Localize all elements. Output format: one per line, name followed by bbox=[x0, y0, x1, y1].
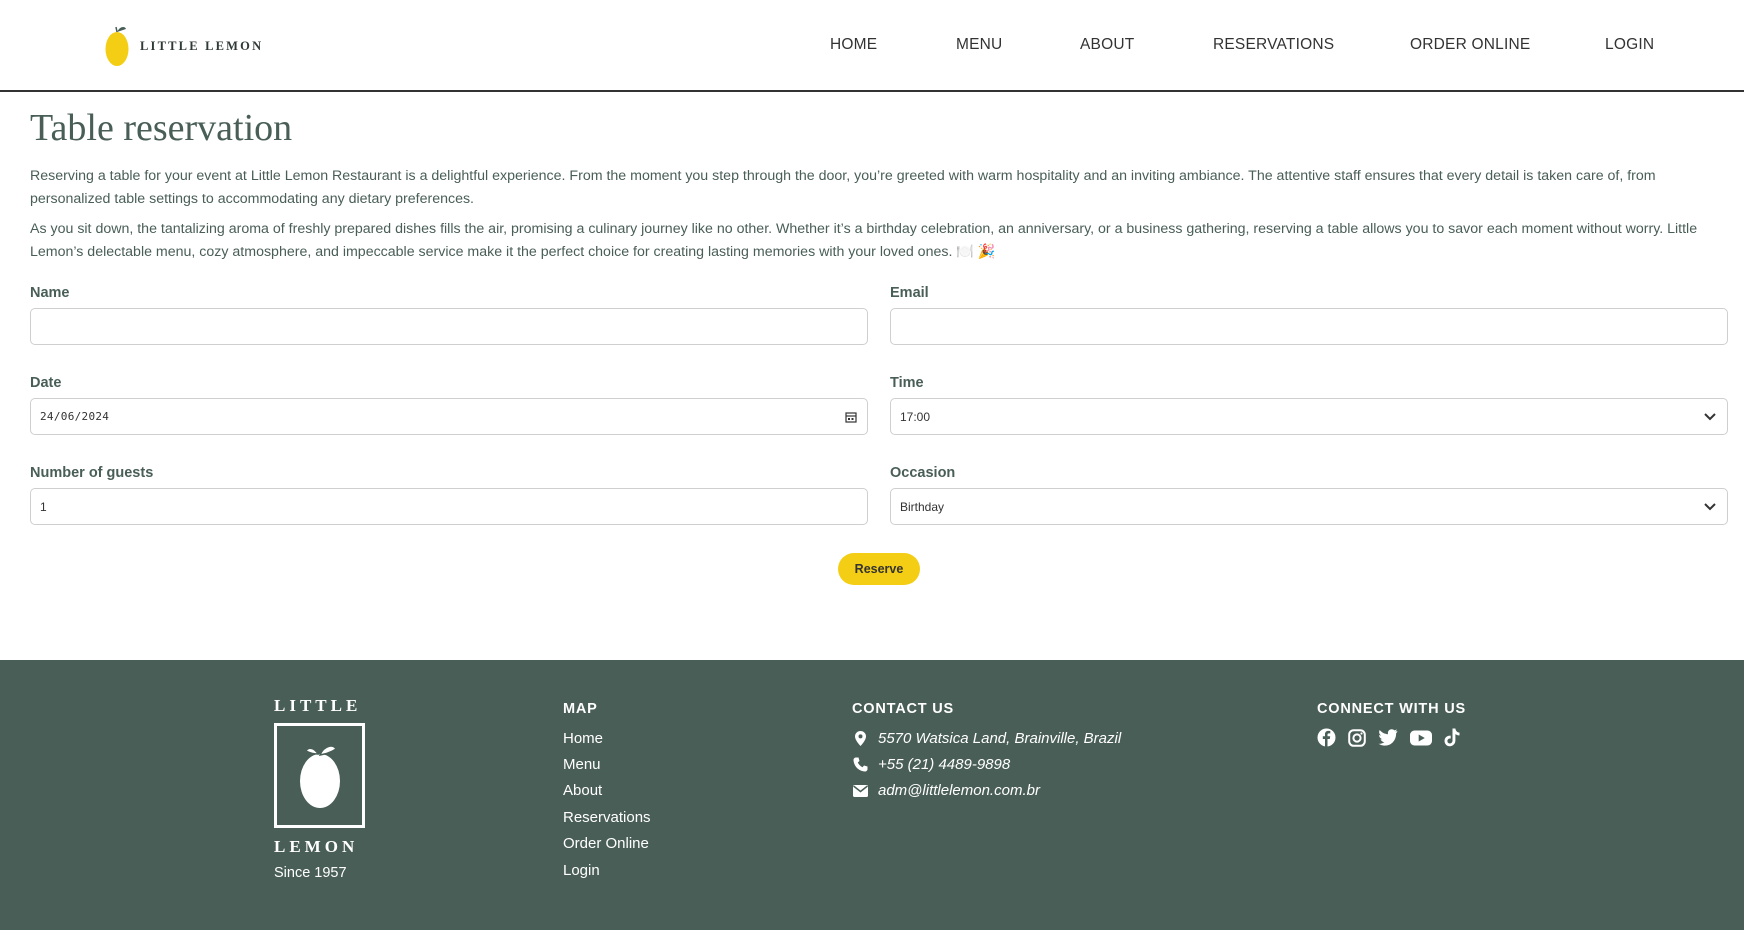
intro-paragraph-2: As you sit down, the tantalizing aroma o… bbox=[30, 221, 1698, 260]
site-header: LITTLE LEMON HOME MENU ABOUT RESERVATION… bbox=[0, 0, 1744, 92]
intro-paragraph-1: Reserving a table for your event at Litt… bbox=[30, 168, 1656, 207]
footer-logo-bottom: LEMON bbox=[274, 837, 359, 856]
social-links bbox=[1317, 728, 1460, 752]
tiktok-icon[interactable] bbox=[1444, 728, 1460, 752]
since-text: Since 1957 bbox=[274, 865, 347, 881]
site-footer: LITTLE LEMON Since 1957 MAP Home Menu Ab… bbox=[0, 660, 1744, 930]
footer-logo[interactable]: LITTLE LEMON bbox=[274, 696, 366, 857]
footer-link-about[interactable]: About bbox=[563, 782, 602, 799]
footer-link-login[interactable]: Login bbox=[563, 862, 600, 879]
main-nav: HOME MENU ABOUT RESERVATIONS ORDER ONLIN… bbox=[0, 36, 1744, 56]
chevron-down-icon bbox=[1703, 399, 1717, 434]
map-heading: MAP bbox=[563, 701, 598, 717]
date-input[interactable]: 24/06/2024 bbox=[30, 398, 868, 435]
footer-link-reservations[interactable]: Reservations bbox=[563, 809, 651, 826]
phone-text: +55 (21) 4489-9898 bbox=[878, 756, 1011, 773]
email-label: Email bbox=[890, 285, 929, 301]
footer-link-home[interactable]: Home bbox=[563, 730, 603, 747]
nav-order-online[interactable]: ORDER ONLINE bbox=[1410, 36, 1530, 54]
lemon-icon bbox=[299, 744, 340, 808]
nav-about[interactable]: ABOUT bbox=[1080, 36, 1134, 54]
date-label: Date bbox=[30, 375, 62, 391]
footer-link-menu[interactable]: Menu bbox=[563, 756, 601, 773]
address-text: 5570 Watsica Land, Brainville, Brazil bbox=[878, 730, 1122, 747]
date-value: 24/06/2024 bbox=[40, 410, 110, 423]
footer-link-order-online[interactable]: Order Online bbox=[563, 835, 649, 852]
occasion-select[interactable]: Birthday bbox=[890, 488, 1728, 525]
contact-email[interactable]: adm@littlelemon.com.br bbox=[852, 782, 1040, 799]
page-title: Table reservation bbox=[30, 107, 293, 149]
nav-menu[interactable]: MENU bbox=[956, 36, 1002, 54]
guests-label: Number of guests bbox=[30, 465, 154, 481]
contact-phone[interactable]: +55 (21) 4489-9898 bbox=[852, 756, 1010, 773]
occasion-value: Birthday bbox=[900, 499, 945, 514]
footer-logo-box bbox=[274, 723, 365, 828]
time-value: 17:00 bbox=[900, 409, 931, 424]
chevron-down-icon bbox=[1703, 489, 1717, 524]
phone-icon bbox=[852, 757, 868, 772]
facebook-icon[interactable] bbox=[1317, 728, 1336, 752]
youtube-icon[interactable] bbox=[1410, 730, 1432, 751]
twitter-icon[interactable] bbox=[1378, 729, 1398, 751]
time-select[interactable]: 17:00 bbox=[890, 398, 1728, 435]
email-text: adm@littlelemon.com.br bbox=[878, 782, 1040, 799]
guests-value: 1 bbox=[40, 499, 47, 514]
time-label: Time bbox=[890, 375, 924, 391]
contact-heading: CONTACT US bbox=[852, 701, 954, 717]
email-input[interactable] bbox=[890, 308, 1728, 345]
reserve-button[interactable]: Reserve bbox=[838, 553, 920, 585]
contact-address: 5570 Watsica Land, Brainville, Brazil bbox=[852, 730, 1121, 747]
map-pin-icon bbox=[852, 731, 868, 746]
connect-heading: CONNECT WITH US bbox=[1317, 701, 1466, 717]
nav-login[interactable]: LOGIN bbox=[1605, 36, 1654, 54]
guests-input[interactable]: 1 bbox=[30, 488, 868, 525]
name-input[interactable] bbox=[30, 308, 868, 345]
nav-reservations[interactable]: RESERVATIONS bbox=[1213, 36, 1334, 54]
name-label: Name bbox=[30, 285, 70, 301]
footer-logo-top: LITTLE bbox=[274, 696, 362, 715]
nav-home[interactable]: HOME bbox=[830, 36, 877, 54]
envelope-icon bbox=[852, 784, 868, 797]
calendar-icon[interactable] bbox=[845, 399, 857, 434]
instagram-icon[interactable] bbox=[1348, 728, 1366, 752]
occasion-label: Occasion bbox=[890, 465, 956, 481]
